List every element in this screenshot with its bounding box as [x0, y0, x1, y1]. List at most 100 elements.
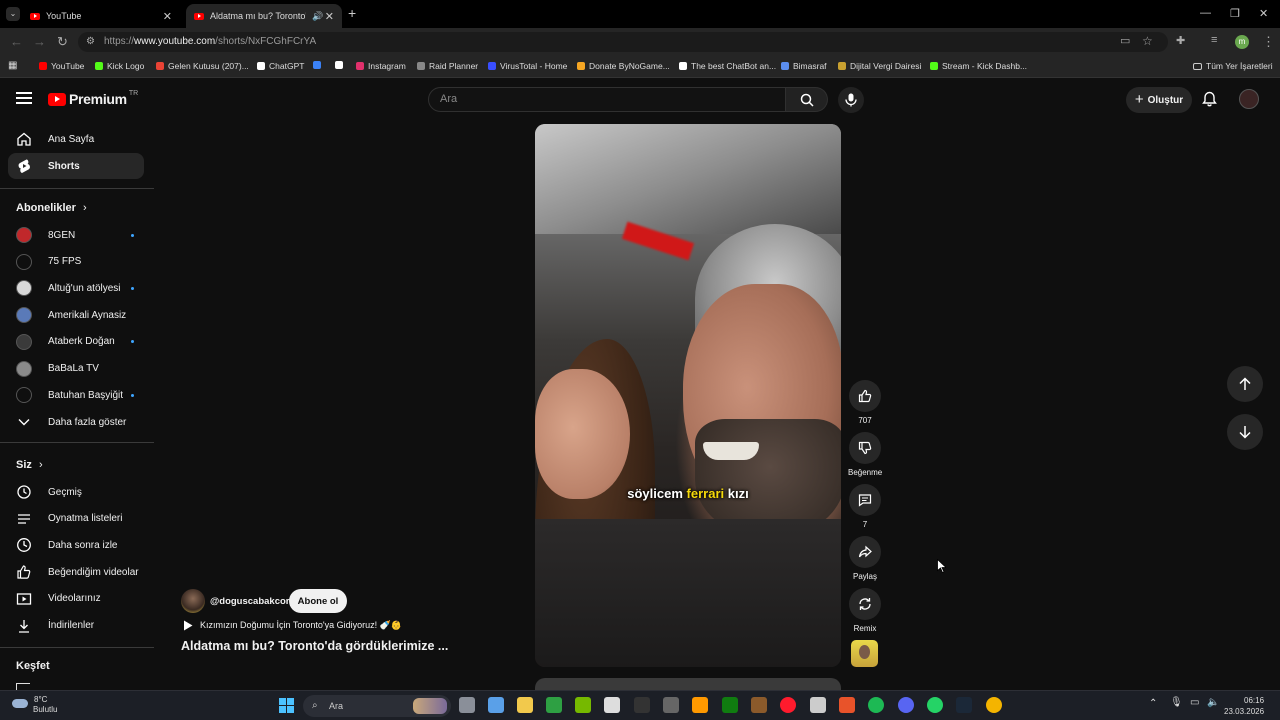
bookmark-item[interactable]: Gelen Kutusu (207)... [156, 61, 249, 71]
youtube-premium-logo[interactable]: Premium TR [48, 90, 138, 107]
sound-remix-thumbnail[interactable] [851, 640, 878, 667]
volume-icon[interactable]: 🔈 [1207, 697, 1219, 708]
back-icon[interactable]: ← [10, 34, 23, 49]
subscribe-button[interactable]: Abone ol [289, 589, 347, 613]
steam-icon[interactable] [956, 697, 972, 713]
next-short-button[interactable] [1227, 414, 1263, 450]
nvidia-icon[interactable] [575, 697, 591, 713]
subscription-item[interactable]: 8GEN [8, 222, 144, 248]
next-video-preview[interactable] [535, 678, 841, 690]
file-explorer-icon[interactable] [517, 697, 533, 713]
url-bar[interactable]: ⚙ https://www.youtube.com/shorts/NxFCGhF… [78, 32, 1168, 52]
epic-games-icon[interactable] [634, 697, 650, 713]
opera-gx-icon[interactable] [780, 697, 796, 713]
bookmark-item[interactable]: Kick Logo [95, 61, 144, 71]
taskbar-search[interactable]: ⌕ Ara [303, 695, 451, 717]
sidebar-item-shorts[interactable]: Shorts [8, 153, 144, 179]
subscription-item[interactable]: BaBaLa TV [8, 356, 144, 382]
share-button[interactable]: Paylaş [848, 536, 882, 581]
spotify-icon[interactable] [868, 697, 884, 713]
app-icon[interactable] [604, 697, 620, 713]
explore-item-icon[interactable] [16, 683, 30, 690]
task-view-icon[interactable] [459, 697, 475, 713]
minecraft-icon[interactable] [751, 697, 767, 713]
remix-button[interactable]: Remix [848, 588, 882, 633]
sidebar-item-liked-videos[interactable]: Beğendiğim videolar [8, 559, 144, 585]
dislike-button[interactable]: Beğenme [848, 432, 882, 477]
bookmark-item[interactable]: VirusTotal - Home [488, 61, 567, 71]
close-tab-icon[interactable]: ✕ [325, 10, 334, 23]
search-button[interactable] [786, 87, 828, 112]
taskbar-clock[interactable]: 06:16 23.03.2026 [1224, 695, 1264, 717]
you-heading[interactable]: Siz › [16, 459, 43, 471]
xbox-icon[interactable] [722, 697, 738, 713]
sidebar-item-watch-later[interactable]: Daha sonra izle [8, 532, 144, 558]
extensions-icon[interactable]: ✚ [1176, 34, 1185, 47]
chrome-icon[interactable] [986, 697, 1002, 713]
app-icon[interactable] [663, 697, 679, 713]
whatsapp-icon[interactable] [927, 697, 943, 713]
sidebar-item-downloads[interactable]: İndirilenler [8, 613, 144, 639]
tray-chevron-icon[interactable]: ⌃ [1149, 698, 1157, 709]
sidebar-item-your-videos[interactable]: Videolarınız [8, 586, 144, 612]
browser-menu-icon[interactable]: ⋮ [1262, 34, 1275, 50]
network-icon[interactable]: ▭ [1190, 697, 1199, 708]
bookmark-item[interactable]: The best ChatBot an... [679, 61, 776, 71]
video-title[interactable]: Aldatma mı bu? Toronto'da gördüklerimize… [181, 639, 448, 653]
previous-short-button[interactable] [1227, 366, 1263, 402]
forward-icon[interactable]: → [33, 34, 46, 49]
amazon-icon[interactable] [692, 697, 708, 713]
subscription-item[interactable]: Altuğ'un atölyesi [8, 275, 144, 301]
app-icon[interactable] [810, 697, 826, 713]
sidebar-item-home[interactable]: Ana Sayfa [8, 126, 144, 152]
app-icon[interactable] [839, 697, 855, 713]
all-bookmarks-folder[interactable]: Tüm Yer İşaretleri [1193, 61, 1273, 71]
bookmark-star-icon[interactable]: ☆ [1142, 34, 1153, 48]
linked-video-line[interactable]: Kızımızın Doğumu İçin Toronto'ya Gidiyor… [183, 620, 402, 631]
tab-list-button[interactable]: ⌄ [6, 7, 20, 21]
weather-widget[interactable]: 8°C Bulutlu [12, 695, 57, 715]
bookmark-item[interactable]: YouTube [39, 61, 84, 71]
subscription-item[interactable]: Ataberk Doğan [8, 329, 144, 355]
sidebar-item-playlists[interactable]: Oynatma listeleri [8, 506, 144, 532]
media-player-icon[interactable] [546, 697, 562, 713]
site-info-icon[interactable]: ⚙ [86, 32, 95, 52]
discord-icon[interactable] [898, 697, 914, 713]
account-avatar[interactable] [1239, 89, 1259, 109]
windows-start-icon[interactable] [279, 698, 294, 713]
tab-youtube[interactable]: YouTube ✕ [22, 4, 180, 28]
bookmark-item[interactable]: Instagram [356, 61, 406, 71]
cast-icon[interactable]: ▭ [1120, 34, 1130, 47]
bookmark-item[interactable]: Bimasraf [781, 61, 827, 71]
minimize-icon[interactable]: — [1200, 7, 1211, 19]
bookmark-item[interactable]: Raid Planner [417, 61, 478, 71]
new-tab-icon[interactable]: + [348, 5, 356, 21]
create-button[interactable]: + Oluştur [1126, 87, 1192, 113]
sidebar-item-history[interactable]: Geçmiş [8, 479, 144, 505]
channel-avatar[interactable] [181, 589, 205, 613]
search-input[interactable]: Ara [428, 87, 786, 112]
apps-grid-icon[interactable]: ▦ [8, 60, 17, 71]
like-button[interactable]: 707 [848, 380, 882, 425]
close-window-icon[interactable]: ✕ [1259, 7, 1268, 20]
hamburger-menu-icon[interactable] [16, 92, 32, 104]
show-more-button[interactable]: Daha fazla göster [8, 409, 144, 435]
bookmark-item[interactable]: Stream - Kick Dashb... [930, 61, 1027, 71]
bookmark-item[interactable] [335, 61, 347, 69]
subscription-item[interactable]: 75 FPS [8, 249, 144, 275]
microphone-icon[interactable]: 🎙 [1170, 697, 1183, 708]
bookmark-item[interactable]: Dijital Vergi Dairesi [838, 61, 921, 71]
profile-avatar[interactable]: m [1235, 35, 1249, 49]
tab-shorts-video[interactable]: Aldatma mı bu? Toronto'da 🔊 ✕ [186, 4, 342, 28]
close-tab-icon[interactable]: ✕ [163, 10, 172, 23]
audio-playing-icon[interactable]: 🔊 [312, 11, 323, 22]
shorts-video-player[interactable]: söylicem ferrari kızı [535, 124, 841, 667]
subscription-item[interactable]: Batuhan Başyiğit [8, 382, 144, 408]
widgets-icon[interactable] [488, 697, 504, 713]
subscriptions-heading[interactable]: Abonelikler › [16, 202, 87, 214]
channel-name[interactable]: @doguscabakcor [210, 596, 289, 607]
media-control-icon[interactable]: ≡ [1211, 34, 1217, 46]
subscription-item[interactable]: Amerikali Aynasiz [8, 302, 144, 328]
restore-icon[interactable]: ❐ [1230, 7, 1240, 20]
bookmark-item[interactable] [313, 61, 325, 69]
